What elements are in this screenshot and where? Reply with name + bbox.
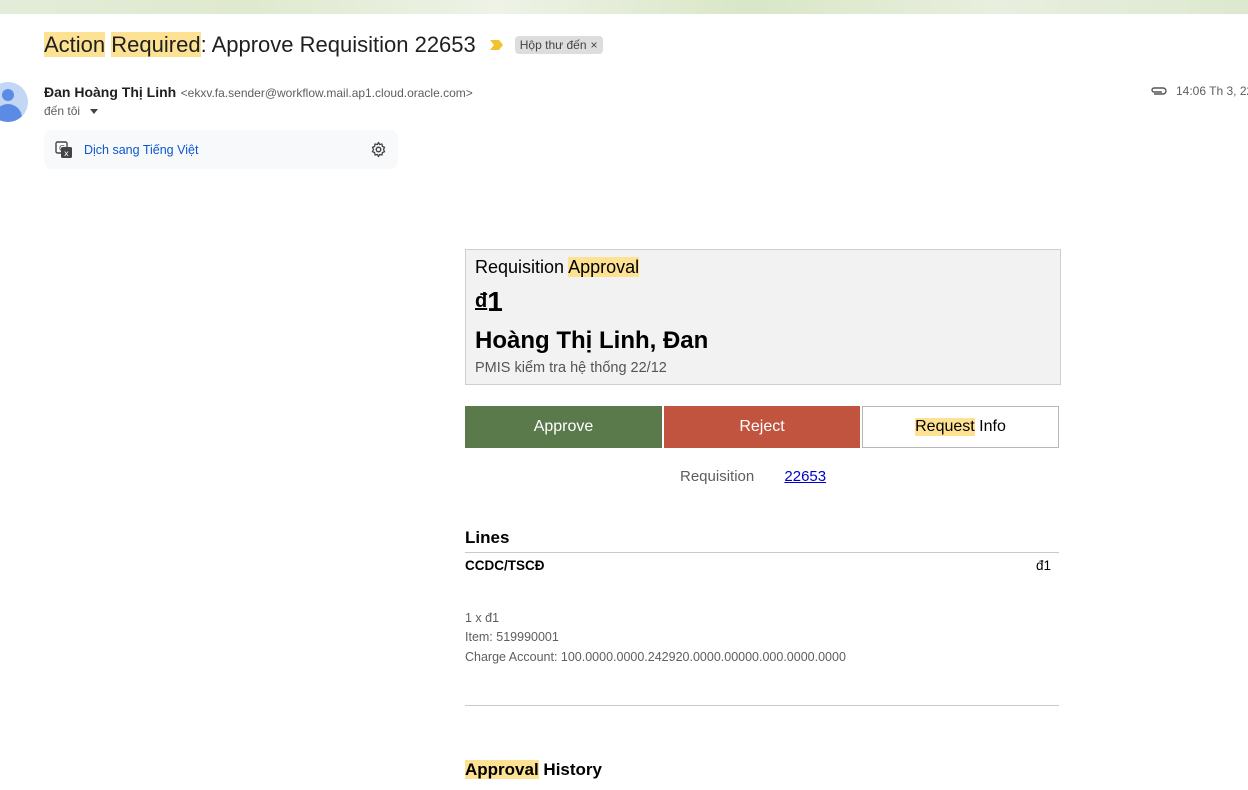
subject-rest: : Approve Requisition 22653 — [200, 32, 476, 57]
top-banner-strip — [0, 0, 1248, 14]
inbox-label-chip[interactable]: Hộp thư đến × — [514, 36, 603, 54]
request-info-rest: Info — [974, 418, 1006, 435]
line-item-name: CCDC/TSCĐ — [465, 558, 545, 573]
gear-icon[interactable] — [370, 141, 387, 158]
translate-link[interactable]: Dịch sang Tiếng Việt — [84, 143, 198, 157]
chevron-down-icon[interactable] — [90, 108, 99, 114]
sender-avatar[interactable] — [0, 82, 28, 122]
sender-email: <ekxv.fa.sender@workflow.mail.ap1.cloud.… — [180, 86, 473, 100]
avatar-body-shape — [0, 104, 22, 122]
sender-name[interactable]: Đan Hoàng Thị Linh — [44, 84, 176, 100]
approval-history-title: Approval History — [465, 760, 602, 780]
card-title-prefix: Requisition — [475, 257, 569, 277]
recipient-row[interactable]: đến tôi — [44, 104, 99, 118]
paperclip-icon — [1151, 87, 1167, 95]
line-item-number: Item: 519990001 — [465, 630, 559, 644]
requisition-reference: Requisition 22653 — [680, 468, 826, 485]
line-item-price: đ1 — [1036, 558, 1052, 573]
lines-end-divider — [465, 705, 1059, 706]
approval-history-highlight: Approval — [465, 760, 539, 779]
requester-name: Hoàng Thị Linh, Đan — [475, 327, 709, 354]
inbox-label-text: Hộp thư đến — [519, 38, 587, 52]
line-charge-account: Charge Account: 100.0000.0000.242920.000… — [465, 650, 846, 664]
lines-divider — [465, 552, 1059, 553]
requisition-number-link[interactable]: 22653 — [784, 468, 826, 485]
translate-icon: G x — [55, 141, 72, 158]
avatar-head-shape — [2, 89, 14, 101]
message-meta: 14:06 Th 3, 22 — [1150, 84, 1248, 98]
requisition-description: PMIS kiểm tra hệ thống 22/12 — [475, 360, 667, 376]
card-title-highlight: Approval — [568, 257, 640, 277]
importance-marker-icon[interactable] — [489, 40, 503, 50]
subject-row: Action Required: Approve Requisition 226… — [44, 32, 603, 58]
svg-text:x: x — [64, 149, 69, 158]
amount-value: 1 — [487, 286, 503, 317]
message-timestamp[interactable]: 14:06 Th 3, 22 — [1176, 84, 1248, 98]
remove-label-icon[interactable]: × — [591, 38, 598, 52]
sender-row: Đan Hoàng Thị Linh <ekxv.fa.sender@workf… — [44, 84, 473, 102]
translate-bar: G x Dịch sang Tiếng Việt — [44, 130, 398, 169]
currency-symbol: đ — [475, 290, 488, 312]
line-quantity: 1 x đ1 — [465, 611, 500, 625]
email-subject: Action Required: Approve Requisition 226… — [44, 32, 476, 58]
card-title: Requisition Approval — [475, 257, 640, 278]
subject-highlight-action: Action — [44, 32, 106, 57]
requisition-label: Requisition — [680, 468, 755, 485]
requisition-approval-card: Requisition Approval đ1 Hoàng Thị Linh, … — [465, 249, 1061, 385]
recipient-text: đến tôi — [44, 104, 81, 118]
subject-highlight-required: Required — [111, 32, 201, 57]
request-info-button[interactable]: Request Info — [862, 406, 1059, 448]
approval-history-rest: History — [538, 760, 602, 779]
reject-button[interactable]: Reject — [664, 406, 860, 448]
requisition-amount: đ1 — [475, 286, 503, 318]
request-info-highlight: Request — [915, 418, 975, 436]
lines-section-title: Lines — [465, 528, 510, 547]
approve-button[interactable]: Approve — [465, 406, 662, 448]
